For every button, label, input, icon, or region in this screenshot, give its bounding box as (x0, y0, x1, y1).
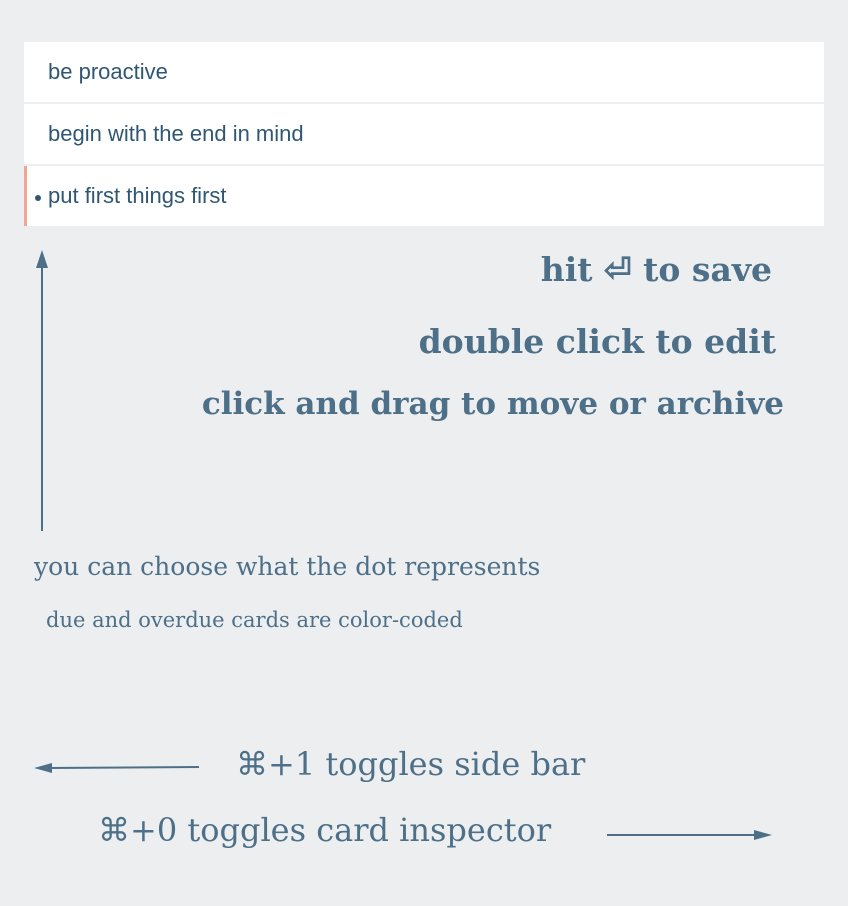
arrow-left-icon (34, 763, 200, 773)
card-put-first-things-first[interactable]: put first things first (24, 166, 824, 226)
card-list: be proactive begin with the end in mind … (24, 42, 824, 228)
card-be-proactive[interactable]: be proactive (24, 42, 824, 102)
hint-move: click and drag to move or archive (201, 386, 784, 422)
hint-due: due and overdue cards are color-coded (46, 608, 463, 632)
hint-edit: double click to edit (418, 322, 776, 361)
card-label: put first things first (48, 183, 227, 208)
hint-inspector: ⌘+0 toggles card inspector (98, 811, 552, 849)
hint-dot: you can choose what the dot represents (34, 552, 541, 581)
card-label: be proactive (48, 59, 168, 84)
hint-sidebar: ⌘+1 toggles side bar (236, 745, 586, 783)
hint-save: hit ⏎ to save (540, 250, 772, 289)
card-begin-with-end-in-mind[interactable]: begin with the end in mind (24, 104, 824, 164)
arrow-right-icon (607, 830, 772, 840)
card-status-dot (35, 195, 41, 201)
card-label: begin with the end in mind (48, 121, 304, 146)
arrow-up-icon (36, 250, 48, 531)
